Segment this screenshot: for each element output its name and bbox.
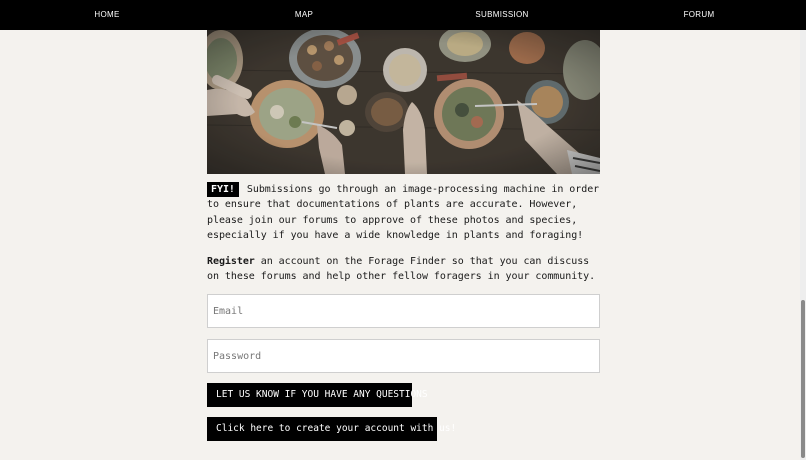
fyi-text: Submissions go through an image-processi…	[207, 184, 600, 242]
nav-home-link[interactable]: HOME	[94, 0, 119, 30]
hero-food-image	[207, 30, 600, 174]
nav-forum-link[interactable]: FORUM	[684, 0, 715, 30]
register-text: an account on the Forage Finder so that …	[207, 256, 596, 283]
fyi-paragraph: FYI! Submissions go through an image-pro…	[207, 182, 600, 244]
password-field[interactable]	[207, 339, 600, 373]
questions-button[interactable]: LET US KNOW IF YOU HAVE ANY QUESTIONS	[207, 383, 428, 407]
email-field[interactable]	[207, 294, 600, 328]
nav-submission-link[interactable]: SUBMISSION	[475, 0, 528, 30]
fyi-tag: FYI!	[207, 182, 239, 197]
food-table-photo-icon	[207, 30, 600, 174]
register-bold-word: Register	[207, 256, 255, 267]
scrollbar-thumb[interactable]	[801, 300, 805, 458]
register-paragraph: Register an account on the Forage Finder…	[207, 254, 600, 285]
nav-map-link[interactable]: MAP	[295, 0, 313, 30]
top-navbar: HOME MAP SUBMISSION FORUM	[0, 0, 806, 30]
create-account-button[interactable]: Click here to create your account with u…	[207, 417, 456, 441]
